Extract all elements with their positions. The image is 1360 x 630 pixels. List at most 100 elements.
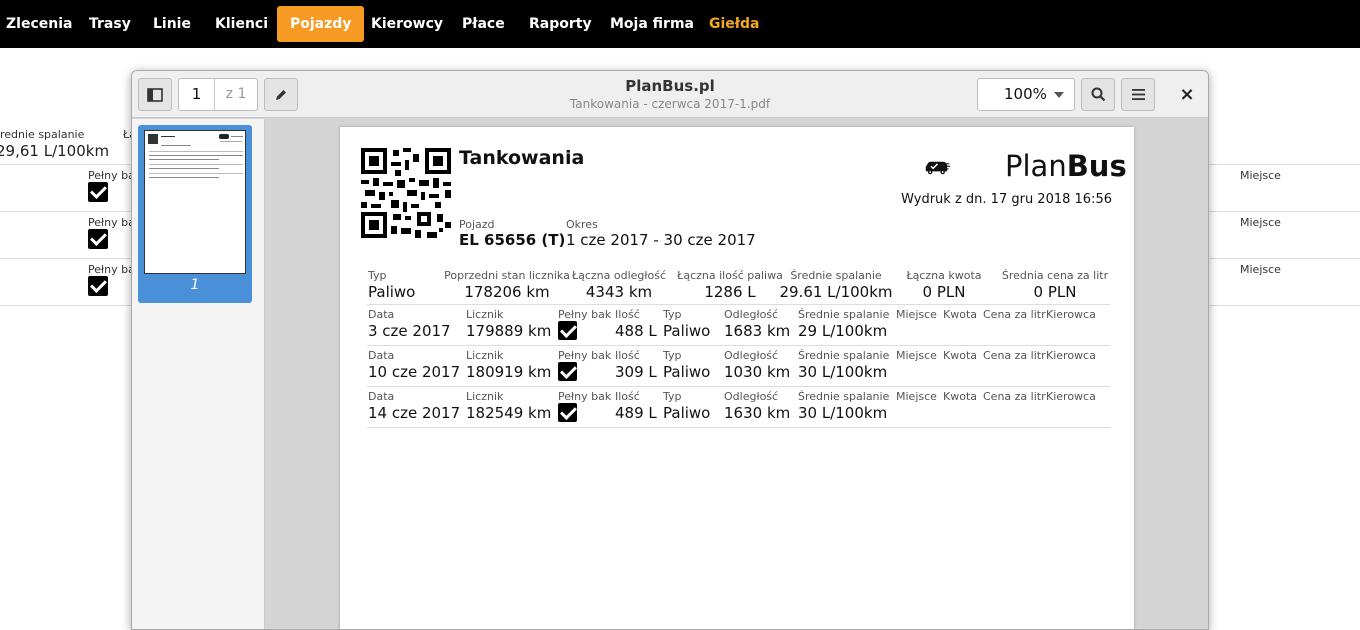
thumb-qr-icon <box>148 134 158 144</box>
cell-type: Paliwo <box>663 363 711 381</box>
nav-place[interactable]: Płace <box>456 6 511 42</box>
summary-label: Typ <box>368 269 387 282</box>
period-value: 1 cze 2017 - 30 cze 2017 <box>566 231 756 249</box>
summary-label: Łączna kwota <box>906 269 982 282</box>
chevron-down-icon <box>1054 92 1064 98</box>
bg-place-label: Miejsce <box>1240 263 1281 276</box>
nav-linie[interactable]: Linie <box>147 6 197 42</box>
hamburger-icon <box>1131 89 1145 100</box>
col-label: Data <box>368 390 395 403</box>
col-label: Odległość <box>724 308 779 321</box>
cell-quantity: 489 L <box>615 404 657 422</box>
col-label: Średnie spalanie <box>798 308 890 321</box>
nav-klienci[interactable]: Klienci <box>209 6 274 42</box>
page-thumbnail-selected[interactable]: 1 <box>138 125 252 303</box>
row-divider <box>367 386 1110 387</box>
close-button[interactable]: × <box>1172 78 1202 111</box>
col-label: Miejsce <box>896 349 937 362</box>
nav-raporty[interactable]: Raporty <box>523 6 598 42</box>
nav-gielda[interactable]: Giełda <box>703 6 765 42</box>
row-divider <box>367 345 1110 346</box>
row-divider <box>367 427 1110 428</box>
qr-code-icon <box>361 148 451 238</box>
period-label: Okres <box>566 218 598 231</box>
logo-plan: Plan <box>1005 149 1067 183</box>
col-label: Ilość <box>615 390 640 403</box>
col-label: Data <box>368 349 395 362</box>
col-label: Ilość <box>615 308 640 321</box>
cell-type: Paliwo <box>663 322 711 340</box>
col-label: Typ <box>663 308 682 321</box>
col-label: Kwota <box>943 390 977 403</box>
pdf-viewer-window: 1 z 1 PlanBus.pl Tankowania - czerwca 20… <box>131 70 1209 630</box>
viewer-toolbar: 1 z 1 PlanBus.pl Tankowania - czerwca 20… <box>132 71 1208 118</box>
col-label: Cena za litr <box>983 390 1046 403</box>
col-label: Licznik <box>466 349 504 362</box>
search-icon <box>1091 87 1105 102</box>
summary-value: 29.61 L/100km <box>779 283 893 301</box>
vehicle-value: EL 65656 (T) <box>459 231 566 249</box>
col-label: Kierowca <box>1046 308 1096 321</box>
bg-place-label: Miejsce <box>1240 169 1281 182</box>
col-label: Kierowca <box>1046 349 1096 362</box>
pdf-page: Tankowania PlanBus Wydruk z dn. 17 gru 2… <box>340 127 1134 629</box>
col-label: Typ <box>663 390 682 403</box>
col-label: Średnie spalanie <box>798 390 890 403</box>
bg-avg-label: rednie spalanie <box>0 128 85 141</box>
summary-value: Paliwo <box>368 283 416 301</box>
cell-odometer: 182549 km <box>466 404 552 422</box>
cell-quantity: 309 L <box>615 363 657 381</box>
brand-logo-text: PlanBus <box>1005 149 1127 183</box>
bus-logo-icon <box>925 161 951 175</box>
search-button[interactable] <box>1081 78 1115 111</box>
col-label: Data <box>368 308 395 321</box>
cell-distance: 1030 km <box>724 363 791 381</box>
col-label: Cena za litr <box>983 308 1046 321</box>
nav-moja-firma[interactable]: Moja firma <box>604 6 700 42</box>
col-label: Typ <box>663 349 682 362</box>
nav-zlecenia[interactable]: Zlecenia <box>0 6 78 42</box>
bg-avg-value: 29,61 L/100km <box>0 142 110 160</box>
cell-date: 10 cze 2017 <box>368 363 461 381</box>
bg-full-tank-checkbox[interactable] <box>88 276 108 296</box>
col-label: Cena za litr <box>983 349 1046 362</box>
col-label: Pełny bak <box>558 308 612 321</box>
zoom-select[interactable]: 100% <box>977 78 1075 111</box>
cell-odometer: 180919 km <box>466 363 552 381</box>
document-area: Tankowania PlanBus Wydruk z dn. 17 gru 2… <box>266 119 1208 629</box>
printed-date: Wydruk z dn. 17 gru 2018 16:56 <box>901 192 1112 207</box>
full-tank-checkbox <box>558 403 577 422</box>
col-label: Kwota <box>943 349 977 362</box>
cell-avg: 29 L/100km <box>798 322 888 340</box>
full-tank-checkbox <box>558 362 577 381</box>
cell-date: 3 cze 2017 <box>368 322 451 340</box>
col-label: Odległość <box>724 349 779 362</box>
cell-type: Paliwo <box>663 404 711 422</box>
summary-value: 0 PLN <box>1033 283 1077 301</box>
cell-date: 14 cze 2017 <box>368 404 461 422</box>
thumbnail-page-number: 1 <box>190 277 200 293</box>
thumb-logo-icon <box>219 134 229 139</box>
logo-bus: Bus <box>1066 149 1127 183</box>
bg-full-tank-checkbox[interactable] <box>88 229 108 249</box>
zoom-value: 100% <box>1004 85 1047 103</box>
page-thumbnail[interactable] <box>144 130 246 274</box>
nav-kierowcy[interactable]: Kierowcy <box>365 6 449 42</box>
top-navigation: Zlecenia Trasy Linie Klienci Pojazdy Kie… <box>0 0 1360 48</box>
bg-full-tank-checkbox[interactable] <box>88 182 108 202</box>
col-label: Kierowca <box>1046 390 1096 403</box>
cell-avg: 30 L/100km <box>798 363 888 381</box>
summary-value: 0 PLN <box>922 283 966 301</box>
nav-trasy[interactable]: Trasy <box>83 6 137 42</box>
col-label: Średnie spalanie <box>798 349 890 362</box>
col-label: Ilość <box>615 349 640 362</box>
summary-label: Średnia cena za litr <box>1001 269 1109 282</box>
col-label: Licznik <box>466 308 504 321</box>
col-label: Miejsce <box>896 390 937 403</box>
nav-pojazdy[interactable]: Pojazdy <box>277 6 365 42</box>
document-title: Tankowania <box>459 147 585 169</box>
menu-button[interactable] <box>1121 78 1155 111</box>
col-label: Odległość <box>724 390 779 403</box>
col-label: Pełny bak <box>558 349 612 362</box>
full-tank-checkbox <box>558 321 577 340</box>
